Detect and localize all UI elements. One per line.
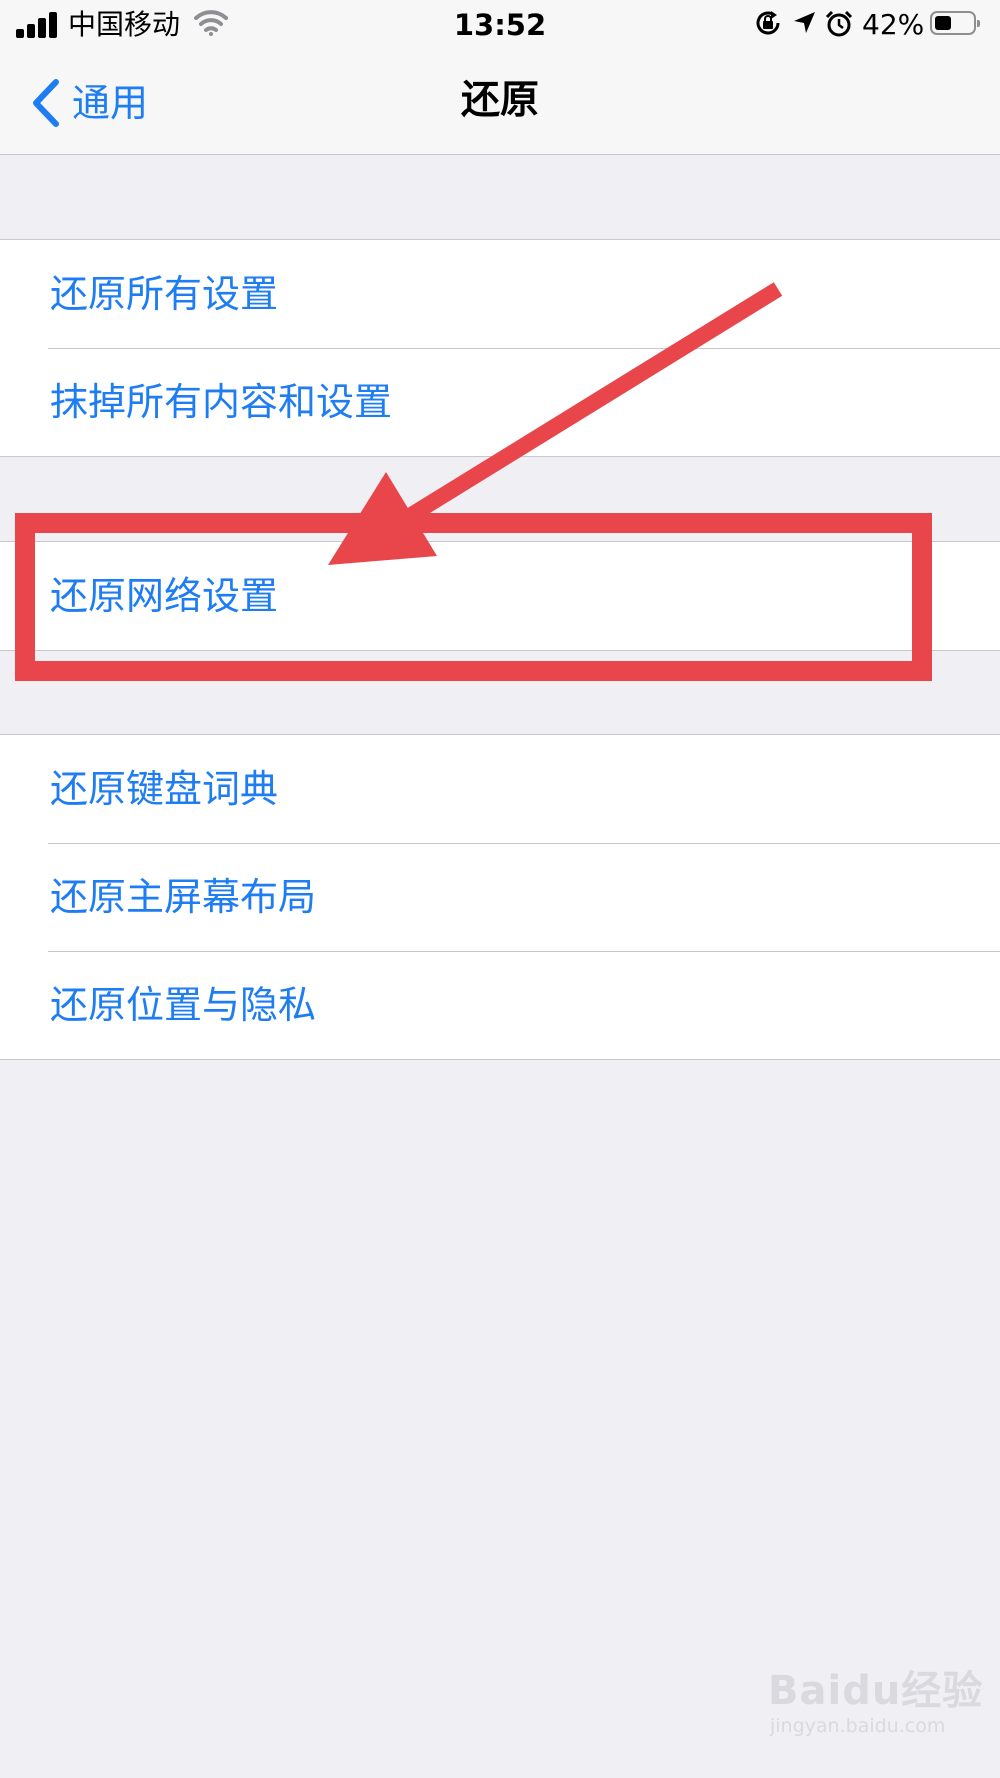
- battery-percent: 42%: [862, 8, 925, 41]
- erase-all-content-row[interactable]: 抹掉所有内容和设置: [0, 348, 1000, 456]
- top-bar: 中国移动 13:52 42% 通用 还原: [0, 0, 1000, 155]
- orientation-lock-icon: [756, 11, 780, 35]
- reset-home-screen-layout-row[interactable]: 还原主屏幕布局: [0, 843, 1000, 951]
- row-label: 还原网络设置: [50, 574, 279, 618]
- battery-icon: [930, 11, 980, 35]
- status-bar: 中国移动 13:52 42%: [0, 0, 1000, 52]
- alarm-icon: [825, 10, 853, 37]
- page-title: 还原: [460, 78, 539, 123]
- row-label: 抹掉所有内容和设置: [50, 380, 393, 424]
- watermark: Baidu经验 jingyan.baidu.com: [768, 1668, 983, 1738]
- reset-location-privacy-row[interactable]: 还原位置与隐私: [0, 951, 1000, 1059]
- row-label: 还原键盘词典: [50, 767, 279, 811]
- reset-group-2: 还原网络设置: [0, 541, 1000, 651]
- reset-group-3: 还原键盘词典 还原主屏幕布局 还原位置与隐私: [0, 734, 1000, 1060]
- row-label: 还原所有设置: [50, 272, 279, 316]
- reset-keyboard-dictionary-row[interactable]: 还原键盘词典: [0, 735, 1000, 843]
- row-label: 还原位置与隐私: [50, 983, 317, 1027]
- reset-network-settings-row[interactable]: 还原网络设置: [0, 542, 1000, 650]
- reset-group-1: 还原所有设置 抹掉所有内容和设置: [0, 239, 1000, 457]
- location-icon: [794, 12, 815, 33]
- watermark-brand: Baidu经验: [768, 1668, 984, 1714]
- watermark-site: jingyan.baidu.com: [770, 1715, 946, 1737]
- reset-all-settings-row[interactable]: 还原所有设置: [0, 240, 1000, 348]
- row-label: 还原主屏幕布局: [50, 875, 317, 919]
